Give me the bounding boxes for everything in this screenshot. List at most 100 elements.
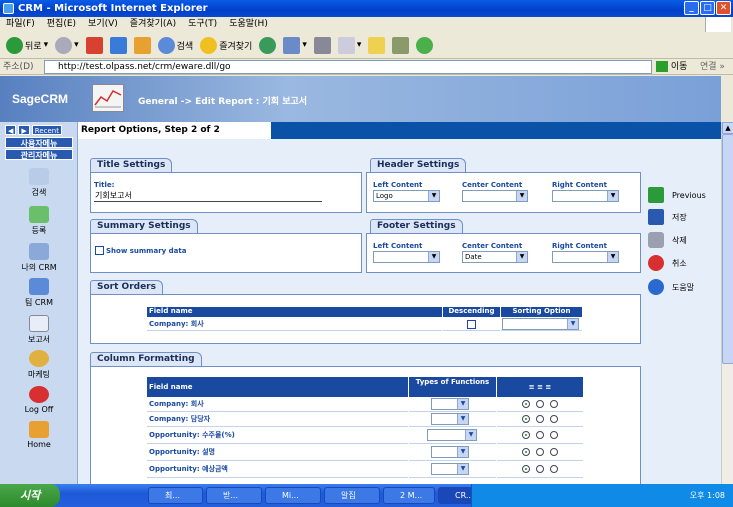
descending-checkbox[interactable] (467, 320, 476, 329)
forward-button[interactable]: ▾ (53, 34, 81, 56)
header-center-select[interactable]: ▼ (462, 190, 528, 202)
chevron-down-icon: ▼ (457, 399, 468, 409)
vertical-scrollbar[interactable]: ▲ (721, 122, 733, 484)
format-row-align-cell (497, 412, 583, 427)
favorites-button[interactable]: 즐겨찾기 (198, 34, 254, 56)
research-button[interactable] (390, 34, 411, 56)
refresh-button[interactable] (108, 34, 129, 56)
chevron-down-icon: ▼ (457, 414, 468, 424)
menu-help[interactable]: 도움말(H) (229, 17, 268, 32)
format-row-align-cell (497, 461, 583, 478)
footer-center-select[interactable]: Date ▼ (462, 251, 528, 263)
header-right-select[interactable]: ▼ (552, 190, 619, 202)
nav-reports[interactable]: 보고서 (0, 315, 78, 345)
align-center-radio[interactable] (536, 448, 544, 456)
align-left-radio[interactable] (522, 400, 530, 408)
nav-home[interactable]: Home (0, 421, 78, 449)
footer-right-select[interactable]: ▼ (552, 251, 619, 263)
footer-left-select[interactable]: ▼ (373, 251, 440, 263)
align-center-radio[interactable] (536, 400, 544, 408)
history-button[interactable] (257, 34, 278, 56)
back-arrow-icon (6, 36, 23, 54)
admin-menu-button[interactable]: 관리자메뉴 (5, 149, 73, 160)
help-button[interactable]: 도움말 (648, 279, 718, 295)
taskbar-item[interactable]: 최... (148, 487, 203, 504)
start-button[interactable]: 시작 (0, 484, 60, 507)
nav-team-crm[interactable]: 팀 CRM (0, 278, 78, 308)
align-right-radio[interactable] (550, 465, 558, 473)
taskbar-item[interactable]: 받... (206, 487, 262, 504)
align-left-radio[interactable] (522, 448, 530, 456)
scroll-thumb[interactable] (722, 134, 733, 364)
sorting-option-select[interactable]: ▼ (502, 318, 579, 330)
align-left-radio[interactable] (522, 415, 530, 423)
menu-file[interactable]: 파일(F) (6, 17, 35, 32)
search-button[interactable]: 검색 (156, 34, 196, 56)
align-right-radio[interactable] (550, 448, 558, 456)
recent-button[interactable]: Recent (31, 125, 62, 135)
header-center-label: Center Content (462, 181, 523, 189)
title-label: Title: (94, 181, 115, 189)
align-center-radio[interactable] (536, 415, 544, 423)
align-center-radio[interactable] (536, 431, 544, 439)
function-select[interactable]: ▼ (431, 446, 469, 458)
summary-settings-panel: Show summary data (90, 233, 362, 273)
title-input[interactable]: 기회보고서 (94, 190, 322, 202)
save-button[interactable]: 저장 (648, 209, 718, 225)
align-right-radio[interactable] (550, 415, 558, 423)
close-button[interactable]: ✕ (716, 1, 731, 15)
search-icon (157, 36, 175, 54)
breadcrumb: General -> Edit Report : 기회 보고서 (138, 97, 308, 107)
step-bar: Report Options, Step 2 of 2 (78, 122, 721, 139)
function-select[interactable]: ▼ (427, 429, 477, 441)
scroll-up-icon[interactable]: ▲ (722, 122, 733, 134)
menu-favorites[interactable]: 즐겨찾기(A) (130, 17, 176, 32)
align-center-radio[interactable] (536, 465, 544, 473)
links-button[interactable]: 연결 » (700, 59, 725, 75)
summary-settings-tab: Summary Settings (90, 219, 198, 233)
address-input[interactable]: http://test.olpass.net/crm/eware.dll/go (44, 60, 652, 74)
research-icon (392, 36, 410, 54)
nav-forward-button[interactable]: ▶ (18, 125, 30, 135)
previous-button[interactable]: Previous (648, 187, 718, 203)
nav-search[interactable]: 검색 (0, 168, 78, 198)
menu-edit[interactable]: 편집(E) (47, 17, 76, 32)
folder-button[interactable] (366, 34, 387, 56)
show-summary-checkbox[interactable] (95, 246, 104, 255)
messenger-icon (416, 36, 434, 54)
footer-settings-panel: Left Content ▼ Center Content Date ▼ Righ… (366, 233, 641, 273)
align-right-radio[interactable] (550, 400, 558, 408)
cancel-button[interactable]: 취소 (648, 255, 718, 271)
align-right-radio[interactable] (550, 431, 558, 439)
header-left-select[interactable]: Logo ▼ (373, 190, 440, 202)
align-left-radio[interactable] (522, 465, 530, 473)
nav-my-crm[interactable]: 나의 CRM (0, 243, 78, 273)
taskbar: 시작 최... 받... Mi... 알집 2 M... CR... 오후 1:… (0, 484, 733, 507)
nav-back-button[interactable]: ◀ (5, 125, 17, 135)
delete-button[interactable]: 삭제 (648, 232, 718, 248)
edit-button[interactable]: ▾ (336, 34, 364, 56)
mail-button[interactable]: ▾ (281, 34, 309, 56)
align-left-radio[interactable] (522, 431, 530, 439)
taskbar-item[interactable]: Mi... (265, 487, 321, 504)
stop-button[interactable] (84, 34, 105, 56)
back-button[interactable]: 뒤로 ▾ (4, 34, 50, 56)
minimize-button[interactable]: _ (684, 1, 699, 15)
taskbar-item[interactable]: 알집 (324, 487, 380, 504)
user-menu-button[interactable]: 사용자메뉴 (5, 137, 73, 148)
nav-log-off[interactable]: Log Off (0, 386, 78, 414)
messenger-button[interactable] (414, 34, 435, 56)
nav-marketing[interactable]: 마케팅 (0, 350, 78, 380)
function-select[interactable]: ▼ (431, 463, 469, 475)
taskbar-item[interactable]: 2 M... (383, 487, 435, 504)
function-select[interactable]: ▼ (431, 398, 469, 410)
previous-arrow-icon (648, 187, 664, 203)
print-button[interactable] (312, 34, 333, 56)
maximize-button[interactable]: □ (700, 1, 715, 15)
home-button[interactable] (132, 34, 153, 56)
menu-view[interactable]: 보기(V) (88, 17, 118, 32)
go-button[interactable]: 이동 (656, 60, 687, 74)
function-select[interactable]: ▼ (431, 413, 469, 425)
nav-register[interactable]: 등록 (0, 206, 78, 236)
menu-tools[interactable]: 도구(T) (188, 17, 217, 32)
